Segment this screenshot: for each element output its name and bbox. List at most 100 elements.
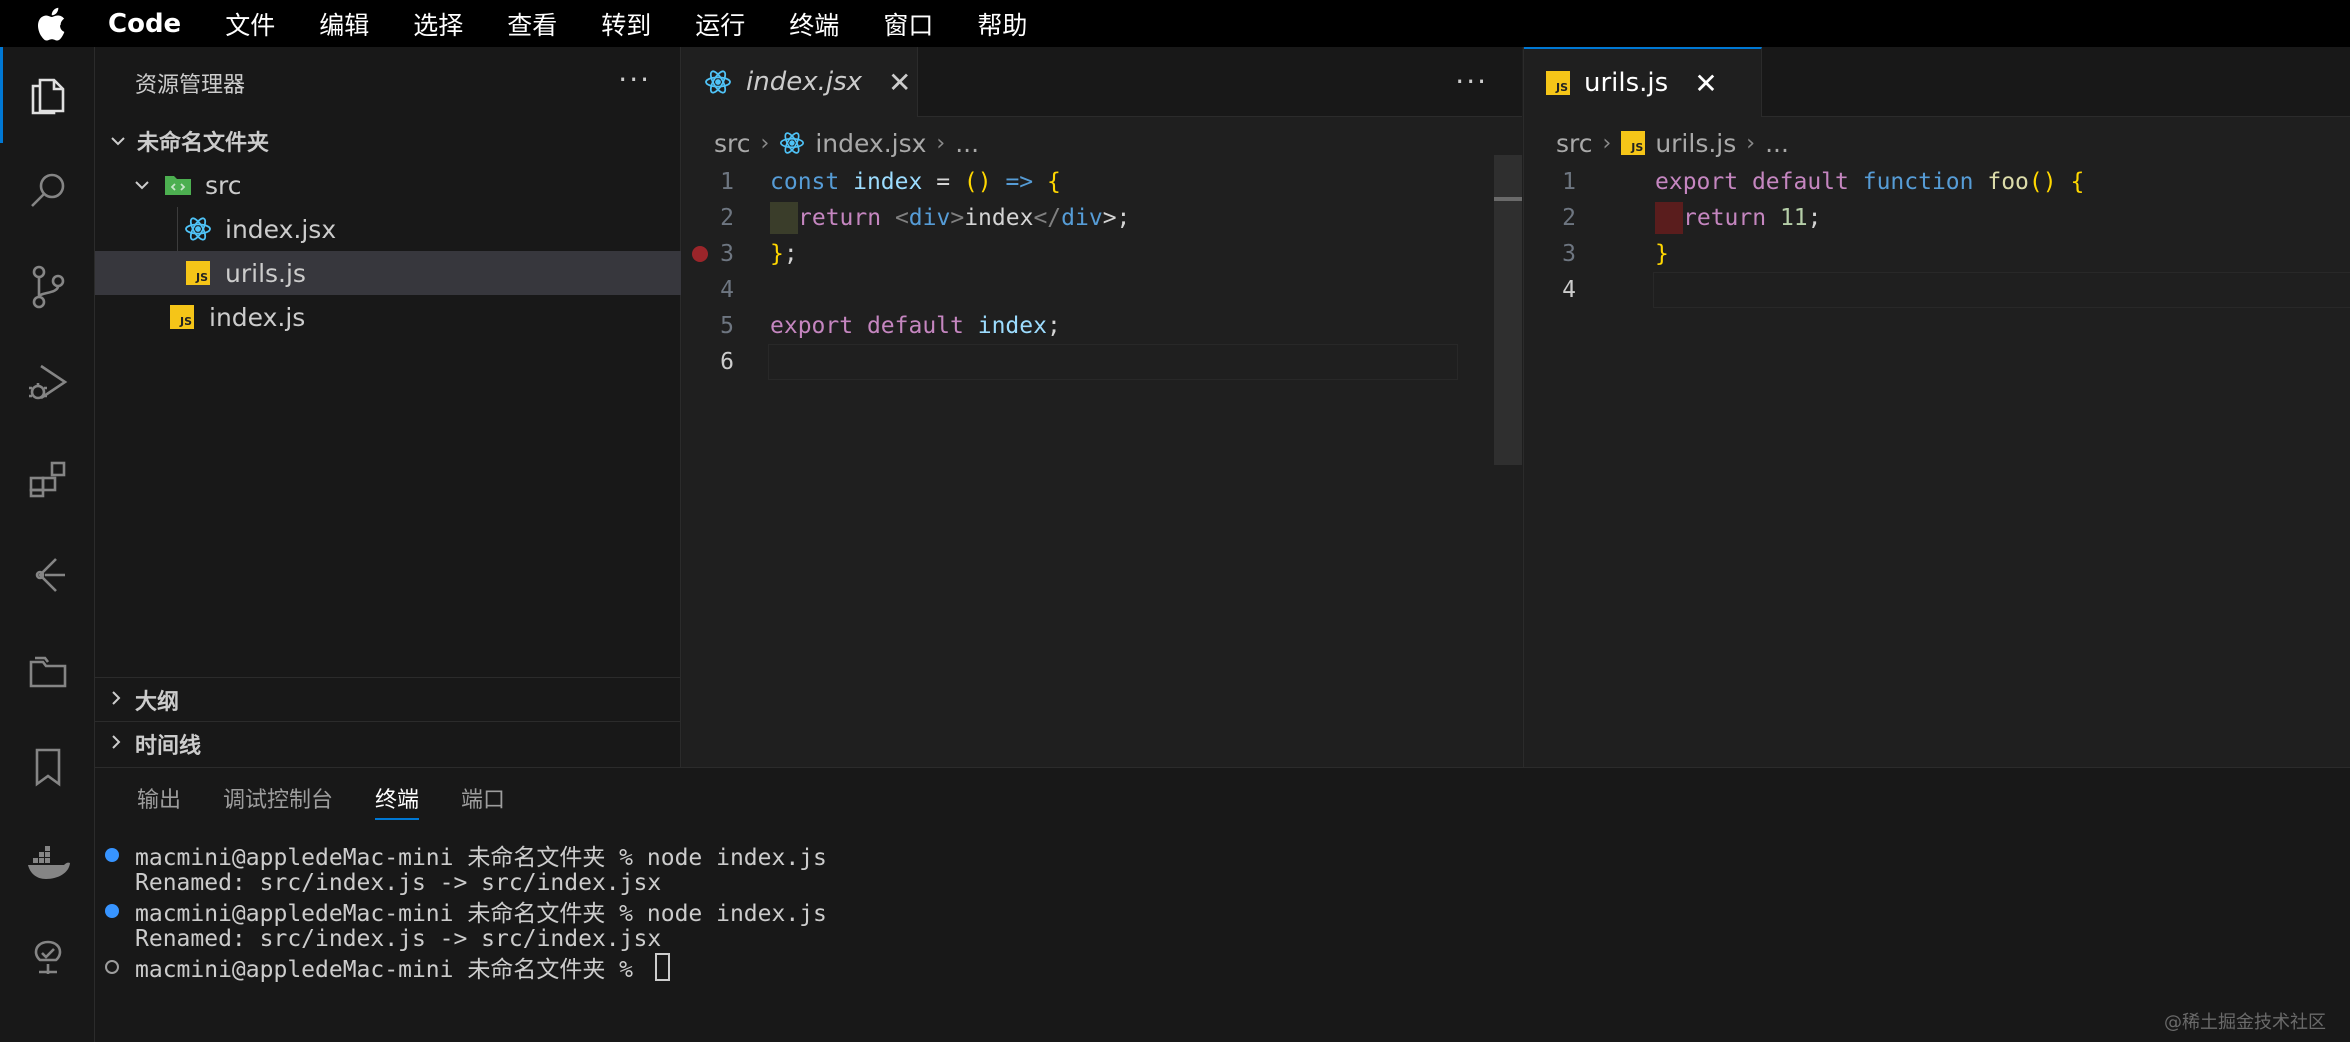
- search-icon[interactable]: [0, 143, 95, 239]
- breadcrumb-ellipsis[interactable]: ...: [955, 129, 979, 158]
- react-icon: [183, 214, 213, 244]
- menu-terminal[interactable]: 终端: [789, 6, 839, 42]
- current-line-highlight: [1653, 272, 2350, 308]
- tab-bar: JS urils.js ✕: [1524, 47, 2350, 117]
- js-file-icon: JS: [183, 258, 213, 288]
- menu-selection[interactable]: 选择: [413, 6, 463, 42]
- command-success-icon[interactable]: [105, 848, 119, 862]
- chevron-right-icon: [107, 689, 125, 711]
- tab-urils-js[interactable]: JS urils.js ✕: [1524, 47, 1762, 117]
- terminal-line[interactable]: Renamed: src/index.js -> src/index.jsx: [135, 869, 661, 897]
- run-debug-icon[interactable]: [0, 335, 95, 431]
- command-pending-icon: [105, 960, 119, 974]
- tab-index-jsx[interactable]: index.jsx ✕: [682, 47, 918, 117]
- folders-icon[interactable]: [0, 623, 95, 719]
- menu-go[interactable]: 转到: [601, 6, 651, 42]
- line-number: 3: [1562, 241, 1576, 267]
- tree-item-label: urils.js: [225, 258, 306, 288]
- outline-section[interactable]: 大纲: [95, 677, 681, 721]
- line-text: }: [1655, 241, 1669, 267]
- folder-root[interactable]: 未命名文件夹: [95, 119, 681, 163]
- code-line: 2 return 11;: [1524, 200, 2350, 236]
- close-icon[interactable]: ✕: [1694, 67, 1717, 100]
- bookmarks-icon[interactable]: [0, 719, 95, 815]
- js-file-icon: JS: [1621, 131, 1646, 155]
- menu-view[interactable]: 查看: [507, 6, 557, 42]
- line-text: return <div>index</div>;: [798, 205, 1131, 231]
- chevron-right-icon: ›: [936, 130, 946, 156]
- tab-label: index.jsx: [746, 67, 863, 97]
- more-actions-icon[interactable]: ···: [618, 63, 651, 96]
- gitlens-icon[interactable]: [0, 527, 95, 623]
- terminal-line[interactable]: Renamed: src/index.js -> src/index.jsx: [135, 925, 661, 953]
- timeline-label: 时间线: [135, 733, 202, 759]
- code-line: 3 };: [682, 236, 1522, 272]
- breadcrumb: src › JS urils.js › ...: [1556, 121, 1789, 165]
- breadcrumb-file[interactable]: urils.js: [1655, 129, 1736, 158]
- menu-help[interactable]: 帮助: [977, 6, 1027, 42]
- tab-output[interactable]: 输出: [137, 768, 181, 828]
- vertical-scrollbar[interactable]: [1494, 155, 1522, 465]
- line-number: 3: [720, 241, 734, 267]
- line-text: export default function foo() {: [1655, 169, 2085, 195]
- editor-group-left: index.jsx ✕ ··· src › index.jsx › ... 1 …: [682, 47, 1522, 767]
- code-line: 3 }: [1524, 236, 2350, 272]
- terminal-line[interactable]: macmini@appledeMac-mini 未命名文件夹 % node in…: [105, 897, 827, 927]
- tree-item-index-js[interactable]: JS index.js: [95, 295, 681, 339]
- code-line: 1 const index = () => {: [682, 164, 1522, 200]
- breadcrumb-file[interactable]: index.jsx: [815, 129, 926, 158]
- line-number: 6: [720, 349, 734, 375]
- breadcrumb-ellipsis[interactable]: ...: [1765, 129, 1789, 158]
- bottom-panel: 输出 调试控制台 终端 端口 macmini@appledeMac-mini 未…: [95, 767, 2350, 1042]
- panel-tabs: 输出 调试控制台 终端 端口: [95, 768, 505, 828]
- line-text: const index = () => {: [770, 169, 1061, 195]
- tab-ports[interactable]: 端口: [461, 768, 505, 828]
- menu-window[interactable]: 窗口: [883, 6, 933, 42]
- bracket-pair-highlight: [1655, 202, 1683, 234]
- timeline-section[interactable]: 时间线: [95, 721, 681, 765]
- more-actions-icon[interactable]: ···: [1455, 65, 1488, 98]
- source-control-icon[interactable]: [0, 239, 95, 335]
- tree-item-index-jsx[interactable]: index.jsx: [95, 207, 681, 251]
- testing-icon[interactable]: [0, 911, 95, 1007]
- terminal-line[interactable]: macmini@appledeMac-mini 未命名文件夹 % node in…: [105, 841, 827, 871]
- app-name[interactable]: Code: [108, 9, 181, 39]
- breadcrumb-folder[interactable]: src: [1556, 129, 1593, 158]
- tab-label: urils.js: [1584, 68, 1669, 98]
- code-line: 4: [682, 272, 1522, 308]
- watermark: @稀土掘金技术社区: [2164, 1012, 2326, 1033]
- menu-run[interactable]: 运行: [695, 6, 745, 42]
- chevron-right-icon: [107, 733, 125, 755]
- tree-item-label: index.jsx: [225, 214, 337, 244]
- tab-terminal[interactable]: 终端: [375, 768, 420, 828]
- code-line: 5 export default index;: [682, 308, 1522, 344]
- line-number: 2: [1562, 205, 1576, 231]
- extensions-icon[interactable]: [0, 431, 95, 527]
- react-icon: [704, 68, 732, 96]
- code-line: 2 return <div>index</div>;: [682, 200, 1522, 236]
- tree-item-label: index.js: [209, 302, 306, 332]
- scrollbar-cursor-marker: [1494, 197, 1522, 201]
- menu-file[interactable]: 文件: [225, 6, 275, 42]
- line-text: };: [770, 241, 798, 267]
- command-success-icon[interactable]: [105, 904, 119, 918]
- chevron-right-icon: ›: [1746, 130, 1756, 156]
- current-line-highlight: [768, 344, 1458, 380]
- activity-bar: [0, 47, 95, 1042]
- tab-debug-console[interactable]: 调试控制台: [223, 768, 333, 828]
- editor-group-right: JS urils.js ✕ src › JS urils.js › ... 1 …: [1523, 47, 2350, 767]
- close-icon[interactable]: ✕: [888, 66, 911, 99]
- tree-item-urils-js[interactable]: JS urils.js: [95, 251, 681, 295]
- apple-icon[interactable]: [36, 0, 76, 47]
- docker-icon[interactable]: [0, 815, 95, 911]
- line-number: 4: [1562, 277, 1576, 303]
- terminal-prompt[interactable]: macmini@appledeMac-mini 未命名文件夹 %: [105, 953, 670, 983]
- tree-item-src[interactable]: src: [95, 163, 681, 207]
- tab-bar: index.jsx ✕ ···: [682, 47, 1522, 117]
- breadcrumb-folder[interactable]: src: [714, 129, 751, 158]
- line-number: 5: [720, 313, 734, 339]
- menu-edit[interactable]: 编辑: [319, 6, 369, 42]
- explorer-icon[interactable]: [0, 47, 95, 143]
- line-number: 2: [720, 205, 734, 231]
- react-icon: [779, 130, 805, 156]
